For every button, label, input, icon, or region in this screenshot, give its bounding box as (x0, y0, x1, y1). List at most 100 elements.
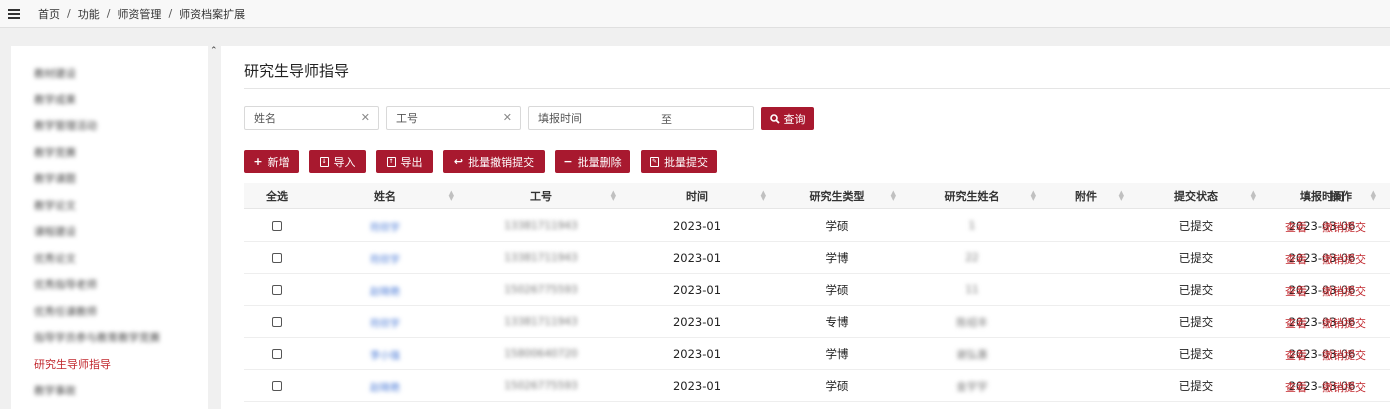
sort-icon[interactable]: ▲ ▼ (1119, 190, 1124, 202)
sidebar-item[interactable]: 教学课题 (34, 171, 76, 186)
view-link[interactable]: 查看 (1285, 283, 1307, 299)
date-range-input[interactable]: 填报时间 至 (528, 106, 754, 130)
date-range-separator: 至 (661, 113, 672, 126)
row-checkbox[interactable] (272, 317, 282, 327)
sidebar-item[interactable]: 优秀论文 (34, 251, 76, 266)
time-cell: 2023-01 (672, 251, 722, 265)
id-cell: 13381711943 (504, 316, 578, 328)
name-link[interactable]: 符欣宇 (310, 306, 460, 338)
file-export-icon: ↑ (386, 156, 396, 167)
breadcrumb-function[interactable]: 功能 (78, 6, 100, 22)
student-cell: 谢弘惠 (956, 348, 988, 361)
batch-revoke-button[interactable]: ↩ 批量撤销提交 (443, 150, 545, 173)
row-checkbox[interactable] (272, 381, 282, 391)
view-link[interactable]: 查看 (1285, 219, 1307, 235)
breadcrumb-faculty-management[interactable]: 师资管理 (117, 6, 161, 22)
student-cell: 金宇宇 (956, 380, 988, 393)
export-label: 导出 (400, 155, 423, 169)
select-all-header[interactable]: 全选 (244, 183, 310, 209)
sidebar: 教材建设 教学成果 教学管理活动 教学竞赛 教学课题 教学论文 课程建设 优秀论… (11, 46, 208, 409)
sort-icon[interactable]: ▲ ▼ (449, 190, 454, 202)
name-link[interactable]: 李小强 (310, 338, 460, 370)
student-header-label: 研究生姓名 (944, 190, 1000, 203)
sidebar-item[interactable]: 教学管理活动 (34, 118, 97, 133)
revoke-submit-link[interactable]: 撤销提交 (1322, 219, 1366, 235)
type-header[interactable]: 研究生类型 ▲ ▼ (772, 183, 902, 209)
id-search-input[interactable]: 工号 ✕ (386, 106, 521, 130)
sort-icon[interactable]: ▲ ▼ (611, 190, 616, 202)
type-cell: 学硕 (825, 219, 849, 233)
sidebar-item[interactable]: 教学成果 (34, 92, 76, 107)
breadcrumb-home[interactable]: 首页 (38, 6, 60, 22)
batch-delete-label: 批量删除 (577, 155, 622, 169)
batch-delete-button[interactable]: − 批量删除 (555, 150, 630, 173)
status-cell: 已提交 (1178, 347, 1214, 361)
query-label: 查询 (783, 112, 806, 126)
revoke-submit-link[interactable]: 撤销提交 (1322, 251, 1366, 267)
revoke-submit-link[interactable]: 撤销提交 (1322, 347, 1366, 363)
import-button[interactable]: ↓ 导入 (309, 150, 366, 173)
name-link[interactable]: 赵晓艳 (310, 274, 460, 306)
name-link[interactable]: 符欣宇 (310, 210, 460, 242)
row-checkbox-cell (244, 210, 310, 242)
sidebar-item[interactable]: 教材建设 (34, 66, 76, 81)
revoke-submit-link[interactable]: 撤销提交 (1322, 283, 1366, 299)
revoke-submit-link[interactable]: 撤销提交 (1322, 315, 1366, 331)
sidebar-item[interactable]: 教学竞赛 (34, 145, 76, 160)
export-button[interactable]: ↑ 导出 (376, 150, 433, 173)
row-checkbox[interactable] (272, 221, 282, 231)
name-search-input[interactable]: 姓名 ✕ (244, 106, 379, 130)
minus-icon: − (563, 155, 573, 168)
view-link[interactable]: 查看 (1285, 347, 1307, 363)
view-link[interactable]: 查看 (1285, 379, 1307, 395)
revoke-submit-link[interactable]: 撤销提交 (1322, 379, 1366, 395)
sidebar-item[interactable]: 教学事故 (34, 383, 76, 398)
view-link[interactable]: 查看 (1285, 251, 1307, 267)
row-checkbox[interactable] (272, 285, 282, 295)
sidebar-item[interactable]: 课程建设 (34, 224, 76, 239)
id-header[interactable]: 工号 ▲ ▼ (460, 183, 622, 209)
view-link[interactable]: 查看 (1285, 315, 1307, 331)
status-cell: 已提交 (1178, 315, 1214, 329)
sidebar-item[interactable]: 优秀指导老师 (34, 277, 97, 292)
menu-toggle-icon[interactable] (2, 0, 26, 28)
name-link[interactable]: 符欣宇 (310, 242, 460, 274)
status-header[interactable]: 提交状态 ▲ ▼ (1130, 183, 1262, 209)
clear-icon[interactable]: ✕ (503, 111, 512, 124)
time-cell: 2023-01 (672, 283, 722, 297)
search-icon (769, 113, 780, 124)
table-row: 符欣宇 13381711943 2023-01 学硕 1 已提交 2023-03… (244, 210, 1390, 242)
sidebar-item[interactable]: 指导学员参与教育教学竞赛 (34, 330, 160, 345)
student-cell: 22 (965, 252, 979, 264)
row-checkbox[interactable] (272, 253, 282, 263)
name-header[interactable]: 姓名 ▲ ▼ (310, 183, 460, 209)
attachment-cell (1042, 370, 1130, 402)
time-cell: 2023-01 (672, 347, 722, 361)
breadcrumb-current: 师资档案扩展 (179, 7, 246, 21)
sort-icon[interactable]: ▲ ▼ (1251, 190, 1256, 202)
sidebar-item-active[interactable]: 研究生导师指导 (34, 356, 111, 372)
query-button[interactable]: 查询 (761, 107, 814, 130)
row-checkbox[interactable] (272, 349, 282, 359)
sidebar-item[interactable]: 优秀任课教师 (34, 304, 97, 319)
type-header-label: 研究生类型 (809, 190, 865, 203)
sidebar-item[interactable]: 教学论文 (34, 198, 76, 213)
sort-icon[interactable]: ▲ ▼ (761, 190, 766, 202)
import-label: 导入 (333, 155, 356, 169)
date-placeholder: 填报时间 (538, 112, 582, 125)
sidebar-scrollbar[interactable]: ⌃ (208, 46, 221, 409)
time-header[interactable]: 时间 ▲ ▼ (622, 183, 772, 209)
add-button[interactable]: + 新增 (244, 150, 299, 173)
clear-icon[interactable]: ✕ (361, 111, 370, 124)
scroll-up-icon[interactable]: ⌃ (210, 46, 218, 56)
student-header[interactable]: 研究生姓名 ▲ ▼ (902, 183, 1042, 209)
breadcrumb-separator: / (67, 7, 71, 20)
batch-submit-button[interactable]: ✎ 批量提交 (641, 150, 717, 173)
row-checkbox-cell (244, 242, 310, 274)
sort-icon[interactable]: ▲ ▼ (1031, 190, 1036, 202)
sort-icon[interactable]: ▲ ▼ (891, 190, 896, 202)
attachment-header[interactable]: 附件 ▲ ▼ (1042, 183, 1130, 209)
status-cell: 已提交 (1178, 283, 1214, 297)
edit-icon: ✎ (650, 156, 659, 167)
name-link[interactable]: 赵晓艳 (310, 370, 460, 402)
